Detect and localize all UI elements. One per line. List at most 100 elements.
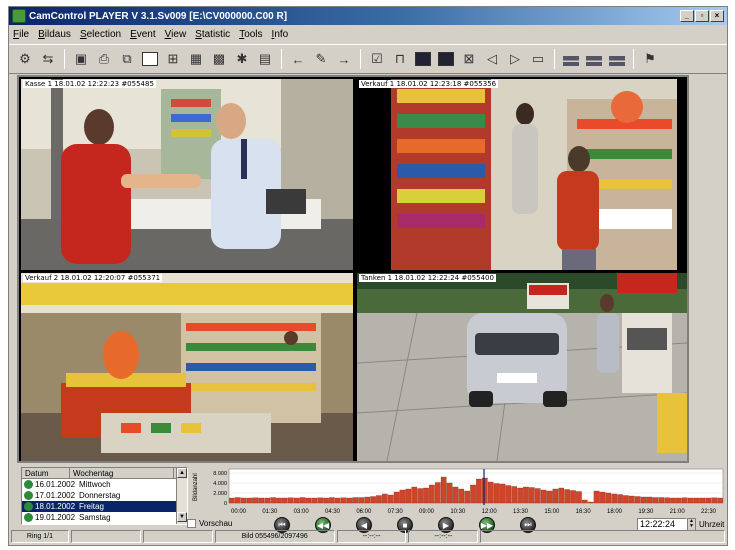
histogram-bar[interactable] <box>652 497 659 504</box>
menu-info[interactable]: Info <box>272 29 289 40</box>
histogram-bar[interactable] <box>681 497 688 504</box>
histogram-bar[interactable] <box>617 494 623 504</box>
layout-1x1-icon[interactable] <box>140 49 160 69</box>
histogram-bar[interactable] <box>258 497 265 504</box>
histogram-bar[interactable] <box>534 488 541 504</box>
histogram-bar[interactable] <box>634 496 641 504</box>
date-row-selected[interactable]: 18.01.2002 Freitag <box>22 501 187 512</box>
restore-button[interactable]: ▫ <box>695 10 709 22</box>
open-icon[interactable]: ⚙ <box>15 49 35 69</box>
histogram-bar[interactable] <box>364 496 370 504</box>
histogram-bar[interactable] <box>305 497 312 504</box>
connect-icon[interactable]: ⇆ <box>38 49 58 69</box>
histogram-bar[interactable] <box>658 497 665 504</box>
camera-view-verkauf-2[interactable]: Verkauf 2 18.01.02 12:20:07 #055371 <box>21 273 353 461</box>
layout-2x2-icon[interactable]: ⊞ <box>163 49 183 69</box>
histogram-bar[interactable] <box>529 487 535 504</box>
menu-bildaus[interactable]: Bildaus <box>38 29 71 40</box>
histogram-bar[interactable] <box>346 497 353 504</box>
histogram-bar[interactable] <box>476 478 482 504</box>
camera-view-tanken[interactable]: Tanken 1 18.01.02 12:22:24 #055400 <box>357 273 687 461</box>
histogram-bar[interactable] <box>240 497 247 504</box>
histogram-bar[interactable] <box>340 497 347 504</box>
histogram-bar[interactable] <box>670 497 676 504</box>
settings-icon[interactable]: ⚑ <box>640 49 660 69</box>
scroll-up-icon[interactable]: ▲ <box>177 468 187 478</box>
histogram-bar[interactable] <box>411 486 418 504</box>
menu-view[interactable]: View <box>165 29 187 40</box>
histogram-bar[interactable] <box>387 494 394 504</box>
histogram-bar[interactable] <box>335 497 341 504</box>
histogram-bar[interactable] <box>517 487 523 504</box>
histogram-bar[interactable] <box>458 488 465 504</box>
step-forward-icon[interactable]: ▷ <box>505 49 525 69</box>
histogram-bar[interactable] <box>423 487 429 504</box>
arrow-left-icon[interactable]: ← <box>288 49 308 69</box>
histogram-bar[interactable] <box>687 497 694 504</box>
histogram-bar[interactable] <box>499 483 506 504</box>
histogram-bar[interactable] <box>511 486 518 504</box>
histogram-bar[interactable] <box>264 497 271 504</box>
frame-icon[interactable]: ⊓ <box>390 49 410 69</box>
histogram-bar[interactable] <box>429 484 435 504</box>
histogram-bar[interactable] <box>705 497 712 504</box>
menu-selection[interactable]: Selection <box>80 29 121 40</box>
checklist-icon[interactable]: ☑ <box>367 49 387 69</box>
histogram-bar[interactable] <box>582 499 588 504</box>
histogram-bar[interactable] <box>699 497 706 504</box>
histogram-bar[interactable] <box>593 490 600 504</box>
histogram-bar[interactable] <box>270 497 276 504</box>
histogram-bar[interactable] <box>311 497 318 504</box>
histogram-bar[interactable] <box>523 486 529 504</box>
histogram-bar[interactable] <box>711 497 717 504</box>
histogram-bar[interactable] <box>317 497 323 504</box>
histogram-bar[interactable] <box>629 495 635 504</box>
print-icon[interactable]: ⎙ <box>94 49 114 69</box>
histogram-bar[interactable] <box>282 497 288 504</box>
view-b-icon[interactable] <box>436 49 456 69</box>
save-icon[interactable]: ▣ <box>71 49 91 69</box>
preview-checkbox[interactable] <box>187 519 196 528</box>
histogram-bar[interactable] <box>405 488 412 504</box>
histogram-bar[interactable] <box>434 482 441 504</box>
histogram-bar[interactable] <box>235 497 241 504</box>
histogram-bar[interactable] <box>382 493 388 504</box>
histogram-bar[interactable] <box>599 491 606 504</box>
stack-icon[interactable]: ▤ <box>255 49 275 69</box>
histogram-bar[interactable] <box>664 497 670 504</box>
histogram-bar[interactable] <box>376 495 382 504</box>
histogram-bar[interactable] <box>246 497 253 504</box>
histogram-bar[interactable] <box>370 496 376 504</box>
histogram-bar[interactable] <box>570 490 576 504</box>
zoom-icon[interactable]: ⊠ <box>459 49 479 69</box>
layout-4x4-icon[interactable]: ▩ <box>209 49 229 69</box>
menu-statistic[interactable]: Statistic <box>195 29 230 40</box>
histogram-bar[interactable] <box>611 493 617 504</box>
histogram-bar[interactable] <box>640 496 647 504</box>
histogram-bar[interactable] <box>287 497 294 504</box>
histogram-bar[interactable] <box>693 497 700 504</box>
date-row[interactable]: 16.01.2002 Mittwoch <box>22 479 187 490</box>
histogram-bar[interactable] <box>399 489 406 504</box>
date-row[interactable]: 17.01.2002 Donnerstag <box>22 490 187 501</box>
camera-view-kasse[interactable]: Kasse 1 18.01.02 12:22:23 #055485 <box>21 79 353 270</box>
histogram-bar[interactable] <box>393 491 400 504</box>
export-icon[interactable]: ⧉ <box>117 49 137 69</box>
menu-event[interactable]: Event <box>130 29 156 40</box>
histogram-bar[interactable] <box>676 497 682 504</box>
activity-histogram[interactable]: Bildanzahl 8.000 4.000 2.000 0 00:00 01:30 03:0… <box>189 467 725 517</box>
histogram-bar[interactable] <box>487 481 494 504</box>
bar-chart-2-icon[interactable] <box>584 49 604 69</box>
histogram-bar[interactable] <box>299 497 306 504</box>
histogram-bar[interactable] <box>623 495 629 504</box>
histogram-bar[interactable] <box>464 490 470 504</box>
histogram-bar[interactable] <box>493 483 500 504</box>
histogram-bar[interactable] <box>558 487 565 504</box>
step-back-icon[interactable]: ◁ <box>482 49 502 69</box>
histogram-bar[interactable] <box>505 485 512 504</box>
minimize-button[interactable]: _ <box>680 10 694 22</box>
histogram-bar[interactable] <box>252 497 259 504</box>
histogram-bar[interactable] <box>417 488 423 504</box>
histogram-bar[interactable] <box>329 497 335 504</box>
scroll-down-icon[interactable]: ▼ <box>177 512 187 522</box>
